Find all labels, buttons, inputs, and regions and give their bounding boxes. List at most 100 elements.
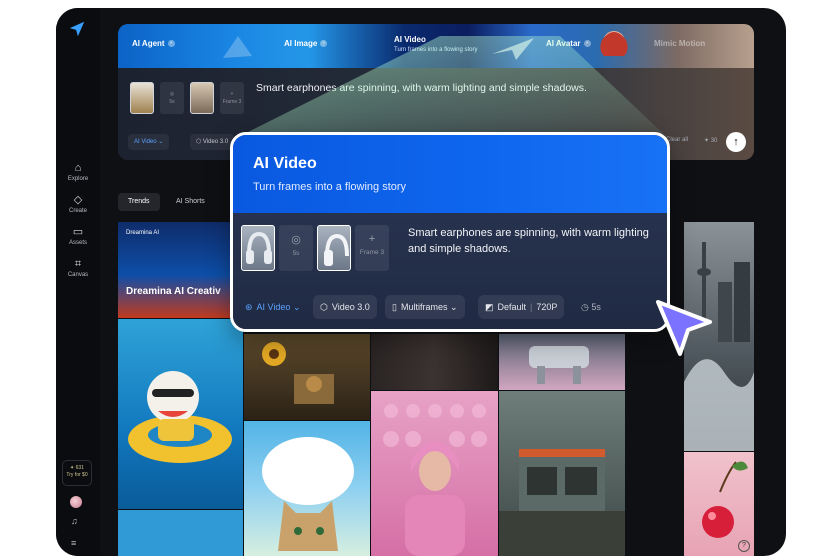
duration-slot[interactable]: ◎ 5s xyxy=(279,225,313,271)
tab-label: AI Agent xyxy=(132,39,165,48)
tab-ai-image[interactable]: AI Image › xyxy=(284,39,328,48)
slot-frame: Frame 3 xyxy=(222,99,242,105)
chevron-down-icon: ⌄ xyxy=(449,302,458,312)
chevron-right-icon: › xyxy=(320,40,328,48)
gallery-item-robot-dog[interactable] xyxy=(499,334,625,390)
frames-label: Multiframes xyxy=(400,302,448,312)
notification-icon[interactable]: ♫ xyxy=(71,516,78,526)
home-icon: ⌂ xyxy=(74,162,82,174)
sidebar-item-canvas[interactable]: ⌗ Canvas xyxy=(56,258,100,278)
frames-icon: ▯ xyxy=(392,302,397,312)
tab-ai-agent[interactable]: AI Agent › xyxy=(132,39,175,48)
gallery-item-water[interactable] xyxy=(118,510,243,556)
tab-label: AI Avatar xyxy=(546,39,581,48)
mode-label: AI Video xyxy=(256,302,291,312)
camera-icon: ◎ xyxy=(169,91,175,97)
gallery-item-cloud-cat[interactable] xyxy=(244,421,370,556)
sidebar-item-label: Canvas xyxy=(67,272,89,278)
model-dropdown[interactable]: ⬡ Video 3.0 xyxy=(190,134,235,150)
add-frame-slot[interactable]: + Frame 3 xyxy=(220,82,244,114)
add-frame-slot[interactable]: + Frame 3 xyxy=(355,225,389,271)
sidebar-item-label: Explore xyxy=(67,176,89,182)
sidebar-item-assets[interactable]: ▭ Assets xyxy=(56,226,100,246)
frame-1-thumbnail[interactable] xyxy=(130,82,154,114)
avatar-figure-icon xyxy=(600,31,628,56)
camera-icon: ◎ xyxy=(291,234,301,246)
tab-label: AI Video xyxy=(394,35,426,44)
slot-frame: Frame 3 xyxy=(359,249,385,256)
tab-label: AI Image xyxy=(284,39,318,48)
mode-label: AI Video xyxy=(134,139,157,145)
help-icon[interactable]: ? xyxy=(738,540,750,552)
popup-subtitle: Turn frames into a flowing story xyxy=(253,181,407,193)
promo-label: Try for $0 xyxy=(66,472,88,478)
popup-header: AI Video Turn frames into a flowing stor… xyxy=(233,135,667,213)
frame-2-thumbnail[interactable] xyxy=(190,82,214,114)
robot-dog-image xyxy=(529,346,589,384)
model-dropdown[interactable]: ⬡ Video 3.0 xyxy=(313,295,377,319)
duration-label: 5s xyxy=(591,302,601,312)
headphones-image xyxy=(324,233,349,266)
abandoned-store-image xyxy=(499,449,625,556)
banner-brand: Dreamina AI xyxy=(126,230,160,236)
banner-headline: Dreamina AI Creativ xyxy=(126,286,221,297)
menu-icon[interactable]: ≡ xyxy=(71,538,76,548)
duration-slot[interactable]: ◎ 5s xyxy=(160,82,184,114)
banner-card[interactable]: Dreamina AI Dreamina AI Creativ xyxy=(118,222,243,318)
tab-ai-video[interactable]: AI Video Turn frames into a flowing stor… xyxy=(394,35,477,53)
mode-dropdown[interactable]: ⊛ AI Video ⌄ xyxy=(241,295,304,319)
gallery-item-sunflower[interactable] xyxy=(244,334,370,420)
popup-title: AI Video xyxy=(253,155,317,172)
prompt-text[interactable]: Smart earphones are spinning, with warm … xyxy=(408,225,658,257)
pointer-cursor-icon xyxy=(656,300,712,356)
submit-button[interactable]: ↑ xyxy=(726,132,746,152)
mode-dropdown[interactable]: AI Video ⌄ xyxy=(128,134,170,150)
model-label: Video 3.0 xyxy=(202,139,229,145)
plus-icon: + xyxy=(230,91,234,97)
chevron-right-icon: › xyxy=(583,40,591,48)
sidebar: ⌂ Explore ◇ Create ▭ Assets ⌗ Canvas ✦ 6… xyxy=(56,8,100,556)
paper-plane-icon xyxy=(492,38,534,60)
sidebar-item-label: Assets xyxy=(68,240,87,246)
tab-ai-avatar[interactable]: AI Avatar › xyxy=(546,39,591,48)
sidebar-item-create[interactable]: ◇ Create xyxy=(56,194,100,214)
gallery-item-cherry[interactable]: ? xyxy=(684,452,754,556)
avatar[interactable] xyxy=(70,496,82,508)
agent-figure-icon xyxy=(223,36,252,58)
tab-label: Mimic Motion xyxy=(654,39,706,48)
filter-trends[interactable]: Trends xyxy=(118,193,160,211)
ratio-resolution-selector[interactable]: ◩ Default | 720P xyxy=(478,295,565,319)
mode-tabs: AI Agent › AI Image › AI Video Turn frames… xyxy=(118,24,754,68)
cloud-cat-image xyxy=(262,437,354,551)
tab-mimic-motion[interactable]: Mimic Motion xyxy=(654,39,705,48)
video-mode-icon: ⊛ xyxy=(245,302,253,312)
gallery-item-dark-hair[interactable] xyxy=(371,334,498,390)
slot-duration: 5s xyxy=(292,250,300,257)
dreamina-logo-icon[interactable] xyxy=(68,20,86,38)
gallery-item-pink-robots[interactable] xyxy=(371,391,498,556)
duration-selector[interactable]: ◷ 5s xyxy=(581,295,601,319)
frames-dropdown[interactable]: ▯ Multiframes ⌄ xyxy=(385,295,465,319)
model-label: Video 3.0 xyxy=(331,302,370,312)
clear-all-button[interactable]: Clear all xyxy=(666,137,688,143)
clock-icon: ◷ xyxy=(581,302,589,312)
frame-1-thumbnail[interactable] xyxy=(241,225,275,271)
gallery-item-store[interactable] xyxy=(499,391,625,556)
ratio-label: Default xyxy=(497,302,527,312)
canvas-icon: ⌗ xyxy=(74,258,82,270)
aspect-ratio-icon: ◩ xyxy=(485,302,494,312)
chevron-down-icon: ⌄ xyxy=(292,302,301,312)
tab-subtitle: Turn frames into a flowing story xyxy=(394,47,478,53)
cat-on-float-image xyxy=(128,371,232,463)
frame-2-thumbnail[interactable] xyxy=(317,225,351,271)
credit-count: ✦ 30 xyxy=(704,138,718,144)
gallery-item-cat-float[interactable] xyxy=(118,319,243,509)
resolution-label: 720P xyxy=(536,302,558,312)
diamond-icon: ◇ xyxy=(73,194,83,206)
ai-video-popup: AI Video Turn frames into a flowing stor… xyxy=(230,132,670,332)
promo-button[interactable]: ✦ 631 Try for $0 xyxy=(62,460,92,486)
cube-icon: ⬡ xyxy=(320,302,328,312)
sidebar-item-explore[interactable]: ⌂ Explore xyxy=(56,162,100,182)
filter-ai-shorts[interactable]: AI Shorts xyxy=(166,193,215,211)
prompt-text[interactable]: Smart earphones are spinning, with warm … xyxy=(256,82,587,94)
